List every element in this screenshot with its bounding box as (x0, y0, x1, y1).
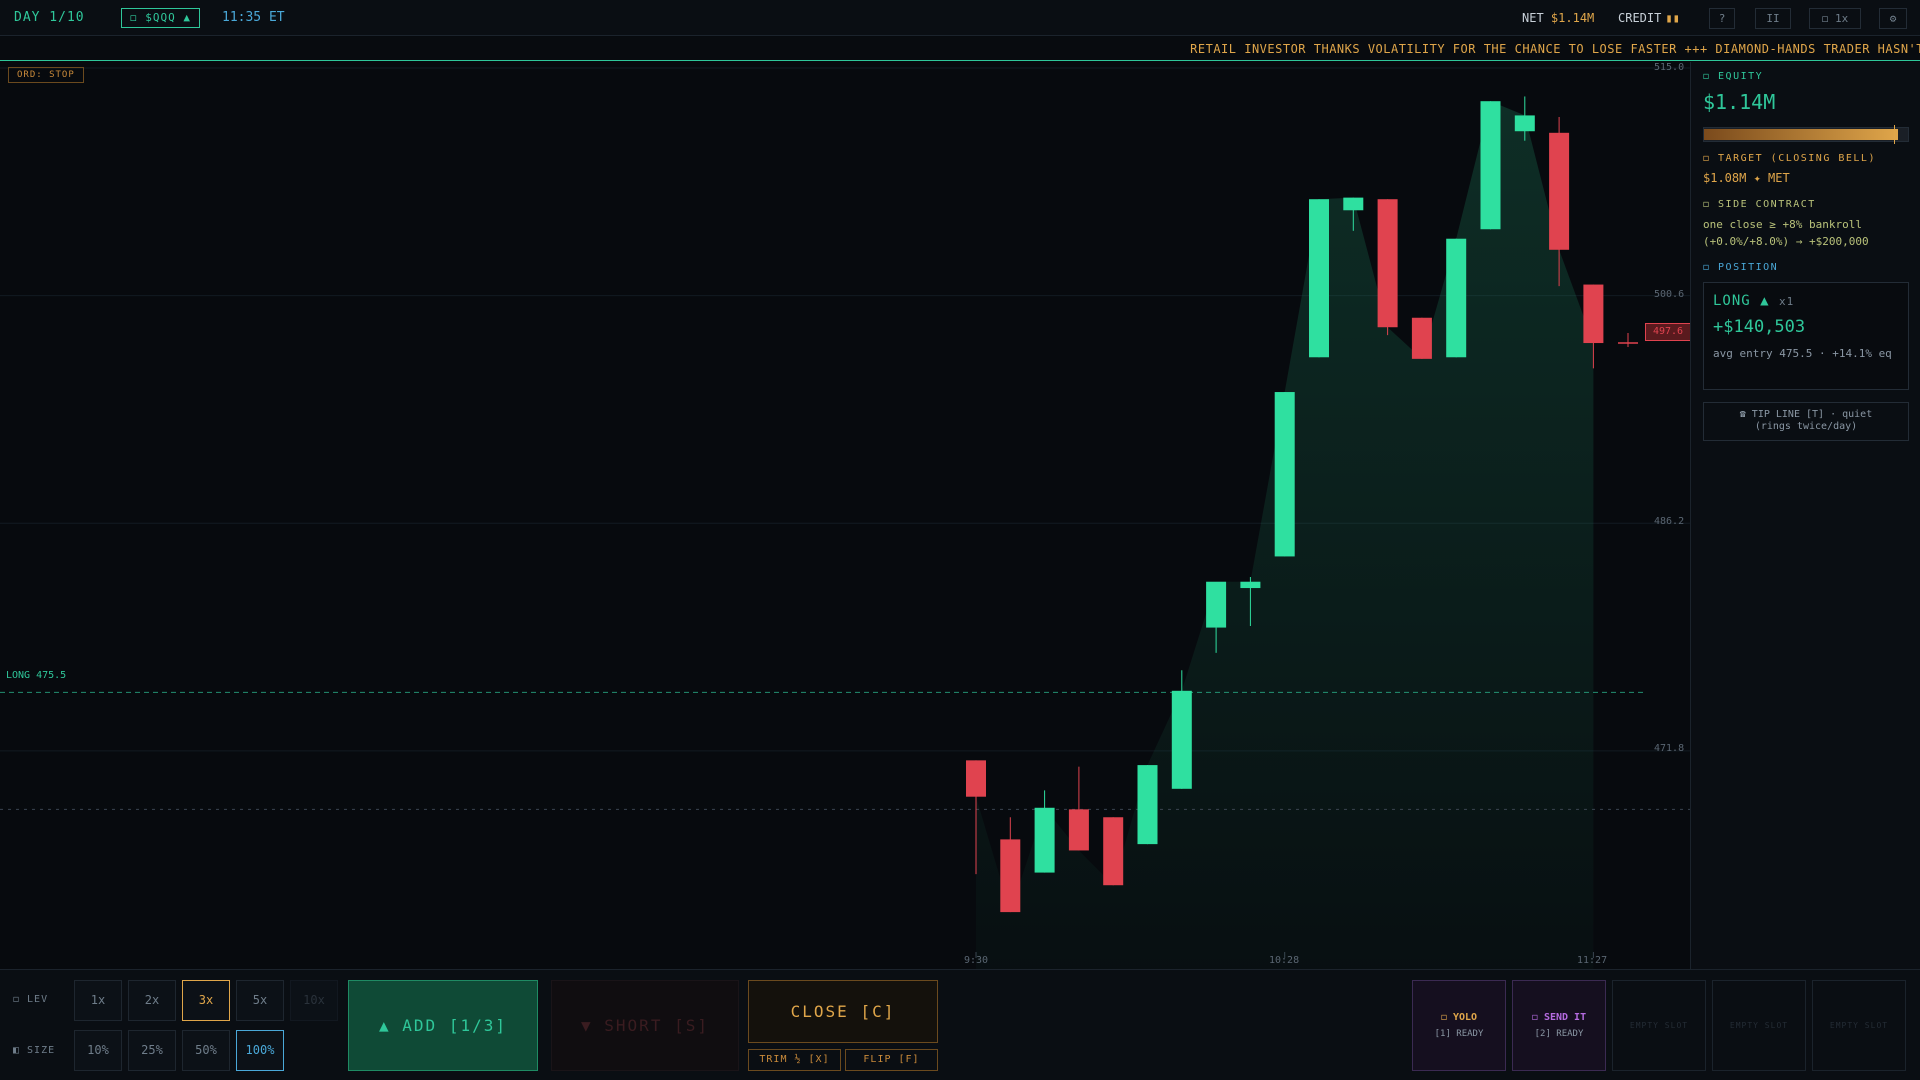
x-tick-label: 11:27 (1577, 955, 1608, 966)
close-button[interactable]: CLOSE [C] (748, 980, 938, 1043)
equity-progress-bar (1703, 125, 1909, 144)
candle-body (1343, 197, 1364, 211)
side-contract-rule: one close ≥ +8% bankroll (1703, 218, 1862, 231)
leverage-2x[interactable]: 2x (128, 980, 176, 1021)
leverage-1x[interactable]: 1x (74, 980, 122, 1021)
y-tick-label: 471.8 (1654, 743, 1685, 754)
side-contract-progress: (+0.0%/+8.0%) → +$200,000 (1703, 235, 1869, 248)
add-button[interactable]: ▲ ADD [1/3] (348, 980, 538, 1071)
empty-slot-label: EMPTY SLOT (1729, 1021, 1789, 1030)
candle-body (1411, 317, 1432, 359)
candle-body (1446, 238, 1467, 358)
candle-body (1000, 839, 1021, 913)
day-counter: DAY 1/10 (14, 10, 85, 25)
gear-icon: ⚙ (1889, 12, 1897, 25)
equity-value: $1.14M (1703, 90, 1776, 114)
candle-body (1103, 817, 1124, 886)
net-worth: NET $1.14M (1522, 11, 1594, 25)
ability-slot-empty: EMPTY SLOT (1712, 980, 1806, 1071)
y-tick-label: 486.2 (1654, 516, 1685, 527)
position-direction: LONG ▲ x1 (1713, 293, 1794, 309)
candle-body (1583, 284, 1604, 344)
equity-heading: ◻ EQUITY (1703, 71, 1764, 82)
candlestick-chart (0, 67, 1690, 969)
y-tick-label: 500.6 (1654, 289, 1685, 300)
ability-name: ◻ YOLO (1440, 1012, 1478, 1023)
position-pnl: +$140,503 (1713, 317, 1806, 337)
last-price-cursor (1618, 333, 1638, 348)
position-direction-label: LONG ▲ (1713, 293, 1770, 309)
trade-controls: ◻ LEV ◧ SIZE 1x 2x 3x 5x 10x 10% 25% 50%… (0, 969, 1920, 1080)
y-tick-label: 515.0 (1654, 62, 1685, 73)
entry-price-label: LONG 475.5 (6, 670, 67, 681)
size-100[interactable]: 100% (236, 1030, 284, 1071)
candle-body (1480, 101, 1501, 230)
candle-body (1377, 199, 1398, 328)
ticker-selector[interactable]: ◻ $QQQ ▲ (121, 8, 200, 28)
ability-slot-send-it[interactable]: ◻ SEND IT [2] READY (1512, 980, 1606, 1071)
size-50[interactable]: 50% (182, 1030, 230, 1071)
side-contract-heading: ◻ SIDE CONTRACT (1703, 199, 1816, 210)
target-value: $1.08M ✦ MET (1703, 171, 1790, 185)
tip-line-label: ☎ TIP LINE [T] · quiet (1739, 409, 1873, 420)
candle-body (1274, 392, 1295, 557)
candle-body (1514, 115, 1535, 132)
order-type-badge[interactable]: ORD: STOP (8, 67, 84, 83)
leverage-5x[interactable]: 5x (236, 980, 284, 1021)
ability-slot-yolo[interactable]: ◻ YOLO [1] READY (1412, 980, 1506, 1071)
empty-slot-label: EMPTY SLOT (1629, 1021, 1689, 1030)
equity-target-marker (1893, 125, 1895, 144)
position-multiplier: x1 (1779, 295, 1795, 308)
pause-button[interactable]: II (1755, 8, 1791, 29)
candle-body (1309, 199, 1329, 358)
market-clock: 11:35 ET (222, 10, 285, 25)
price-chart[interactable]: ORD: STOP LONG 475.5 515.0 500.6 486.2 4… (0, 62, 1691, 969)
position-heading: ◻ POSITION (1703, 262, 1779, 273)
target-heading: ◻ TARGET (CLOSING BELL) (1703, 153, 1876, 164)
top-bar: DAY 1/10 ◻ $QQQ ▲ 11:35 ET NET $1.14M CR… (0, 0, 1920, 36)
x-tick-label: 9:30 (964, 955, 989, 966)
candle-body (1034, 807, 1055, 873)
leverage-10x[interactable]: 10x (290, 980, 338, 1021)
credit-label: CREDIT (1618, 11, 1662, 25)
leverage-label: ◻ LEV (13, 994, 49, 1005)
trim-button[interactable]: TRIM ½ [X] (748, 1049, 841, 1071)
position-card: LONG ▲ x1 +$140,503 avg entry 475.5 · +1… (1703, 282, 1909, 390)
news-ticker-text: RETAIL INVESTOR THANKS VOLATILITY FOR TH… (1190, 42, 1920, 56)
ability-slot-empty: EMPTY SLOT (1612, 980, 1706, 1071)
ability-status: [1] READY (1434, 1029, 1484, 1039)
settings-button[interactable]: ⚙ (1879, 8, 1907, 29)
tip-line-button[interactable]: ☎ TIP LINE [T] · quiet (rings twice/day) (1703, 402, 1909, 441)
candle-body (966, 760, 986, 797)
net-label: NET (1522, 11, 1544, 25)
candle-body (1068, 809, 1089, 851)
credit-bars: ▮▮ (1665, 11, 1680, 25)
candle-body (1240, 581, 1261, 589)
leverage-3x[interactable]: 3x (182, 980, 230, 1021)
size-label: ◧ SIZE (13, 1045, 56, 1056)
size-10[interactable]: 10% (74, 1030, 122, 1071)
candle-body (1549, 132, 1570, 250)
equity-progress-fill (1704, 129, 1898, 140)
news-ticker-tape: RETAIL INVESTOR THANKS VOLATILITY FOR TH… (0, 37, 1920, 61)
net-value: $1.14M (1550, 11, 1595, 25)
credit-indicator: CREDIT ▮▮ (1618, 11, 1680, 25)
size-25[interactable]: 25% (128, 1030, 176, 1071)
position-avg-entry: avg entry 475.5 · +14.1% eq (1713, 347, 1892, 360)
ability-status: [2] READY (1534, 1029, 1584, 1039)
ability-name: ◻ SEND IT (1531, 1012, 1587, 1023)
empty-slot-label: EMPTY SLOT (1829, 1021, 1889, 1030)
ability-slot-empty: EMPTY SLOT (1812, 980, 1906, 1071)
short-button[interactable]: ▼ SHORT [S] (551, 980, 739, 1071)
help-button[interactable]: ? (1709, 8, 1735, 29)
candle-body (1206, 581, 1227, 628)
last-price-tag: 497.6 (1645, 323, 1691, 341)
candle-body (1137, 765, 1158, 845)
status-panel: ◻ EQUITY $1.14M ◻ TARGET (CLOSING BELL) … (1690, 62, 1920, 969)
x-tick-label: 10:28 (1269, 955, 1300, 966)
flip-button[interactable]: FLIP [F] (845, 1049, 938, 1071)
candle-body (1171, 690, 1192, 789)
tip-line-note: (rings twice/day) (1754, 421, 1858, 432)
speed-button[interactable]: ◻ 1x (1809, 8, 1861, 29)
